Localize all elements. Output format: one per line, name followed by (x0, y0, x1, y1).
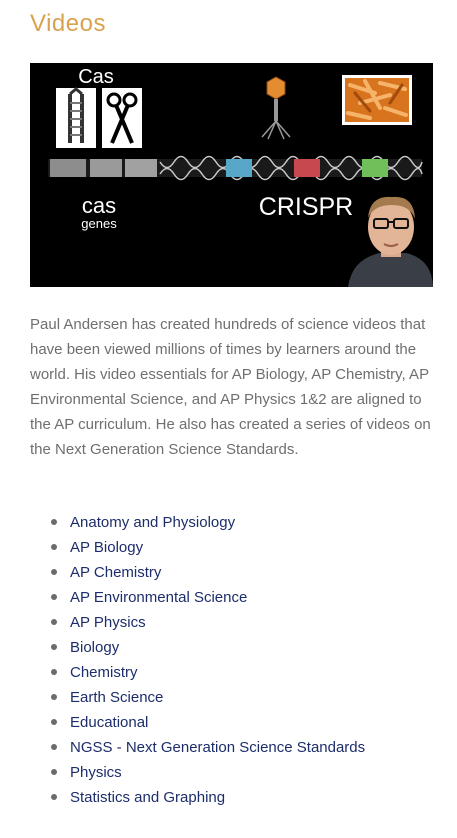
link-physics[interactable]: Physics (70, 764, 122, 781)
link-ap-physics[interactable]: AP Physics (70, 614, 146, 631)
page: Videos Cas cas genes CRISPR Paul Anderse… (0, 0, 457, 838)
bullet-icon (51, 694, 57, 700)
bullet-icon (51, 644, 57, 650)
bullet-icon (51, 769, 57, 775)
scissors-icon (102, 88, 142, 148)
bullet-icon (51, 669, 57, 675)
link-ap-chemistry[interactable]: AP Chemistry (70, 564, 161, 581)
link-anatomy-physiology[interactable]: Anatomy and Physiology (70, 514, 235, 531)
dna-strip (48, 155, 423, 181)
bullet-icon (51, 569, 57, 575)
cas-genes-label: cas (82, 193, 116, 218)
link-educational[interactable]: Educational (70, 714, 148, 731)
bullet-icon (51, 744, 57, 750)
list-item: Biology (48, 635, 365, 660)
bullet-icon (51, 619, 57, 625)
genes-label: genes (81, 216, 117, 231)
link-statistics-graphing[interactable]: Statistics and Graphing (70, 789, 225, 806)
video-thumbnail[interactable]: Cas cas genes CRISPR (30, 63, 433, 287)
link-ap-biology[interactable]: AP Biology (70, 539, 143, 556)
list-item: Chemistry (48, 660, 365, 685)
list-item: AP Physics (48, 610, 365, 635)
link-ap-environmental-science[interactable]: AP Environmental Science (70, 589, 247, 606)
link-biology[interactable]: Biology (70, 639, 119, 656)
list-item: AP Chemistry (48, 560, 365, 585)
video-category-list: Anatomy and Physiology AP Biology AP Che… (48, 510, 365, 810)
bacteria-image (342, 75, 412, 125)
list-item: Anatomy and Physiology (48, 510, 365, 535)
cas-label: Cas (78, 66, 114, 88)
list-item: Statistics and Graphing (48, 785, 365, 810)
bullet-icon (51, 794, 57, 800)
list-item: Earth Science (48, 685, 365, 710)
bullet-icon (51, 594, 57, 600)
list-item: Physics (48, 760, 365, 785)
page-title: Videos (30, 10, 106, 37)
crispr-video-still: Cas cas genes CRISPR (30, 63, 433, 287)
link-ngss[interactable]: NGSS - Next Generation Science Standards (70, 739, 365, 756)
list-item: Educational (48, 710, 365, 735)
list-item: AP Biology (48, 535, 365, 560)
bullet-icon (51, 519, 57, 525)
bullet-icon (51, 544, 57, 550)
link-earth-science[interactable]: Earth Science (70, 689, 163, 706)
page-description: Paul Andersen has created hundreds of sc… (30, 316, 431, 458)
crispr-label: CRISPR (259, 193, 353, 221)
bullet-icon (51, 719, 57, 725)
link-chemistry[interactable]: Chemistry (70, 664, 138, 681)
list-item: NGSS - Next Generation Science Standards (48, 735, 365, 760)
list-item: AP Environmental Science (48, 585, 365, 610)
zipper-icon (56, 87, 96, 148)
